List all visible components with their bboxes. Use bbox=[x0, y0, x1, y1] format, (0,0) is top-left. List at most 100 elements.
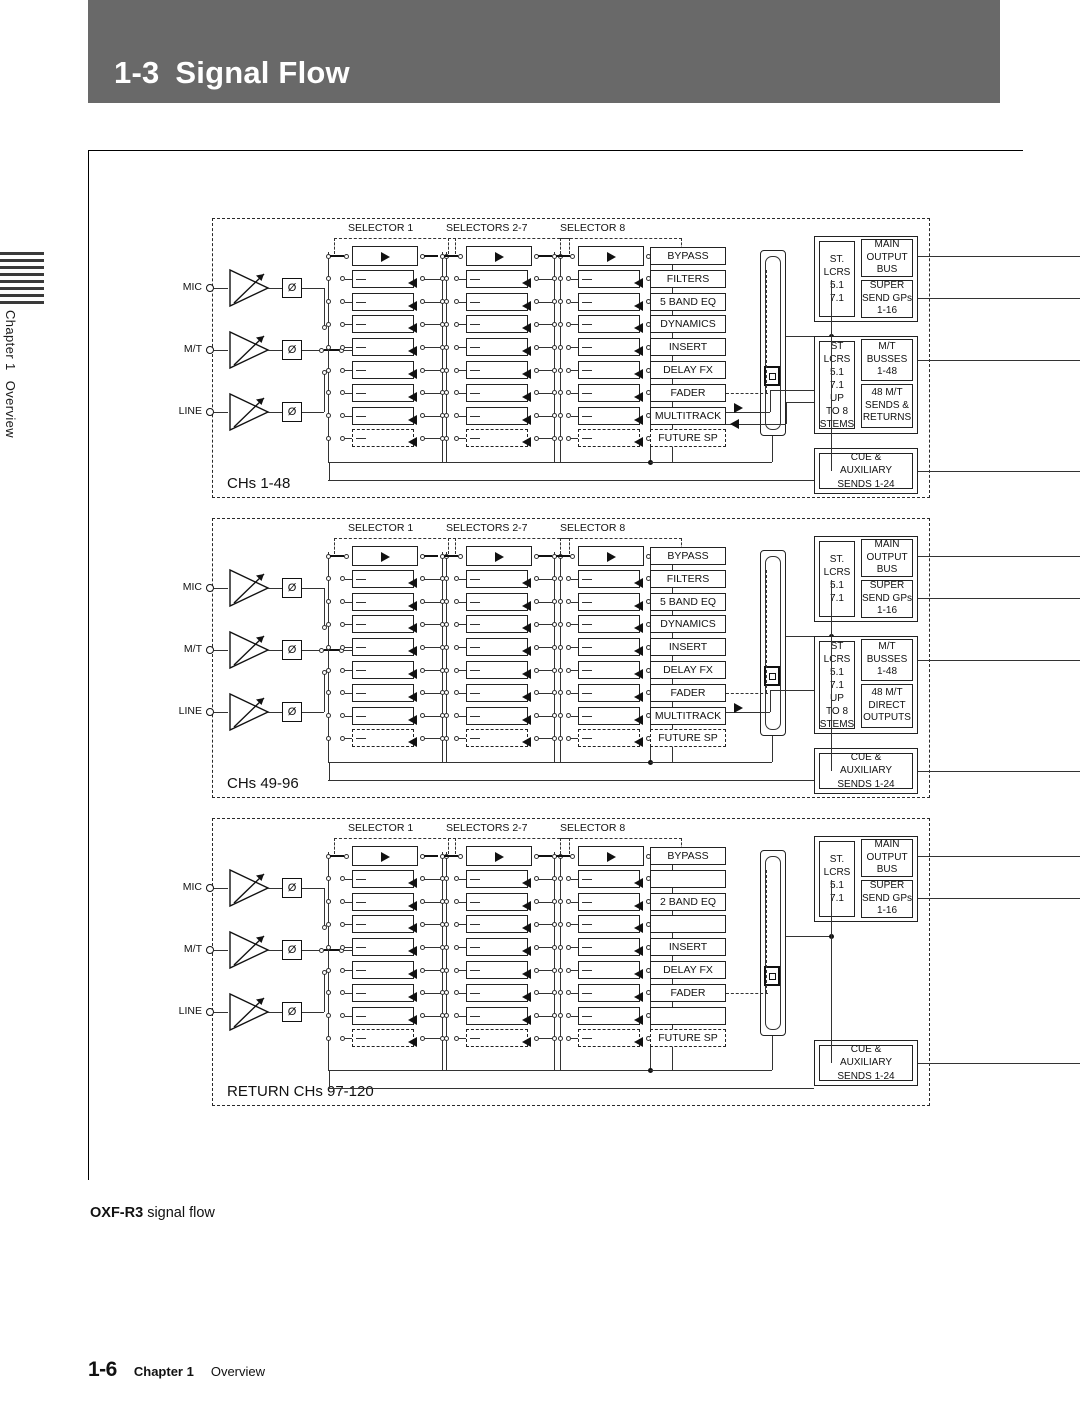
selector-pole[interactable] bbox=[556, 854, 570, 858]
matrix-node[interactable] bbox=[557, 621, 563, 627]
matrix-node[interactable] bbox=[557, 435, 563, 441]
matrix-node[interactable] bbox=[557, 990, 563, 996]
selector-patch-box[interactable] bbox=[352, 683, 414, 702]
selector-patch-box[interactable] bbox=[352, 269, 414, 288]
matrix-node[interactable] bbox=[551, 644, 557, 650]
selector-patch-box[interactable] bbox=[352, 706, 414, 725]
matrix-node[interactable] bbox=[439, 299, 445, 305]
selector-amp-box[interactable] bbox=[352, 846, 418, 866]
selector-patch-box[interactable] bbox=[578, 683, 640, 702]
matrix-node[interactable] bbox=[570, 553, 575, 559]
matrix-node[interactable] bbox=[557, 921, 563, 927]
channel-fader[interactable] bbox=[760, 850, 786, 1036]
selector-patch-box[interactable] bbox=[352, 638, 414, 657]
selector-patch-box[interactable] bbox=[578, 892, 640, 911]
selector-patch-box[interactable] bbox=[466, 406, 528, 425]
selector-patch-box[interactable] bbox=[352, 915, 414, 934]
selector-patch-box[interactable] bbox=[578, 938, 640, 957]
matrix-node[interactable] bbox=[325, 667, 331, 673]
phase-invert-mic[interactable]: Ø bbox=[282, 278, 302, 298]
matrix-node[interactable] bbox=[557, 321, 563, 327]
super-send-groups[interactable]: SUPER SEND GPs 1-16 bbox=[861, 880, 913, 918]
matrix-node[interactable] bbox=[325, 899, 331, 905]
matrix-node[interactable] bbox=[325, 921, 331, 927]
matrix-node[interactable] bbox=[325, 1035, 331, 1041]
matrix-node[interactable] bbox=[551, 735, 557, 741]
matrix-node[interactable] bbox=[458, 853, 463, 859]
selector-patch-box[interactable] bbox=[466, 1029, 528, 1048]
selector-patch-box[interactable] bbox=[578, 592, 640, 611]
selector-patch-box[interactable] bbox=[578, 615, 640, 634]
matrix-node[interactable] bbox=[551, 344, 557, 350]
process-box-insert[interactable]: INSERT bbox=[650, 638, 726, 657]
matrix-node[interactable] bbox=[439, 276, 445, 282]
selector-amp-box[interactable] bbox=[466, 846, 532, 866]
matrix-node[interactable] bbox=[439, 413, 445, 419]
matrix-node[interactable] bbox=[551, 435, 557, 441]
matrix-node[interactable] bbox=[551, 944, 557, 950]
selector-patch-box[interactable] bbox=[352, 429, 414, 448]
matrix-node[interactable] bbox=[551, 876, 557, 882]
selector-patch-box[interactable] bbox=[352, 983, 414, 1002]
matrix-node[interactable] bbox=[325, 413, 331, 419]
matrix-node[interactable] bbox=[439, 713, 445, 719]
input-jack-mt[interactable] bbox=[206, 946, 214, 954]
selector-amp-box[interactable] bbox=[352, 246, 418, 266]
matrix-node[interactable] bbox=[325, 435, 331, 441]
selector-patch-box[interactable] bbox=[466, 383, 528, 402]
process-box-fader[interactable]: FADER bbox=[650, 383, 726, 402]
process-box-delay-fx[interactable]: DELAY FX bbox=[650, 961, 726, 979]
selector-patch-box[interactable] bbox=[352, 1029, 414, 1048]
process-box-multitrack[interactable]: MULTITRACK bbox=[650, 406, 726, 425]
selector-amp-box[interactable] bbox=[352, 546, 418, 566]
selector-patch-box[interactable] bbox=[578, 383, 640, 402]
selector-patch-box[interactable] bbox=[578, 315, 640, 334]
selector-patch-box[interactable] bbox=[466, 338, 528, 357]
selector-patch-box[interactable] bbox=[578, 961, 640, 979]
selector-patch-box[interactable] bbox=[578, 569, 640, 588]
matrix-node[interactable] bbox=[439, 435, 445, 441]
phase-invert-mt[interactable]: Ø bbox=[282, 940, 302, 960]
matrix-node[interactable] bbox=[551, 390, 557, 396]
process-box-empty-3[interactable] bbox=[650, 915, 726, 934]
main-output-bus[interactable]: MAIN OUTPUT BUS bbox=[861, 239, 913, 277]
matrix-node[interactable] bbox=[439, 921, 445, 927]
mt-direct-outputs[interactable]: 48 M/T DIRECT OUTPUTS bbox=[861, 684, 913, 728]
process-box-fader[interactable]: FADER bbox=[650, 983, 726, 1002]
selector-amp-box[interactable] bbox=[578, 546, 644, 566]
selector-patch-box[interactable] bbox=[352, 961, 414, 979]
matrix-node[interactable] bbox=[551, 690, 557, 696]
process-box-bypass[interactable]: BYPASS bbox=[650, 847, 726, 865]
input-jack-mic[interactable] bbox=[206, 284, 214, 292]
selector-patch-box[interactable] bbox=[466, 269, 528, 288]
matrix-node[interactable] bbox=[551, 621, 557, 627]
matrix-node[interactable] bbox=[325, 576, 331, 582]
matrix-node[interactable] bbox=[325, 299, 331, 305]
selector-patch-box[interactable] bbox=[466, 292, 528, 311]
selector-patch-box[interactable] bbox=[466, 938, 528, 957]
matrix-node[interactable] bbox=[551, 713, 557, 719]
selector-patch-box[interactable] bbox=[578, 361, 640, 379]
matrix-node[interactable] bbox=[439, 621, 445, 627]
selector-patch-box[interactable] bbox=[466, 729, 528, 748]
matrix-node[interactable] bbox=[439, 967, 445, 973]
process-box-dynamics[interactable]: DYNAMICS bbox=[650, 315, 726, 334]
selector-patch-box[interactable] bbox=[466, 683, 528, 702]
matrix-node[interactable] bbox=[551, 599, 557, 605]
matrix-node[interactable] bbox=[551, 576, 557, 582]
selector-patch-box[interactable] bbox=[352, 1006, 414, 1025]
process-box-insert[interactable]: INSERT bbox=[650, 338, 726, 357]
selector-patch-box[interactable] bbox=[352, 383, 414, 402]
matrix-node[interactable] bbox=[439, 667, 445, 673]
matrix-node[interactable] bbox=[325, 876, 331, 882]
matrix-node[interactable] bbox=[439, 944, 445, 950]
channel-fader[interactable] bbox=[760, 550, 786, 736]
matrix-node[interactable] bbox=[325, 367, 331, 373]
matrix-node[interactable] bbox=[557, 690, 563, 696]
selector-patch-box[interactable] bbox=[352, 592, 414, 611]
selector-amp-box[interactable] bbox=[466, 246, 532, 266]
mt-direct-outputs[interactable]: 48 M/T SENDS & RETURNS bbox=[861, 384, 913, 428]
cue-auxiliary-sends[interactable]: CUE & AUXILIARY SENDS 1-24 bbox=[819, 752, 913, 790]
matrix-node[interactable] bbox=[439, 599, 445, 605]
matrix-node[interactable] bbox=[325, 735, 331, 741]
